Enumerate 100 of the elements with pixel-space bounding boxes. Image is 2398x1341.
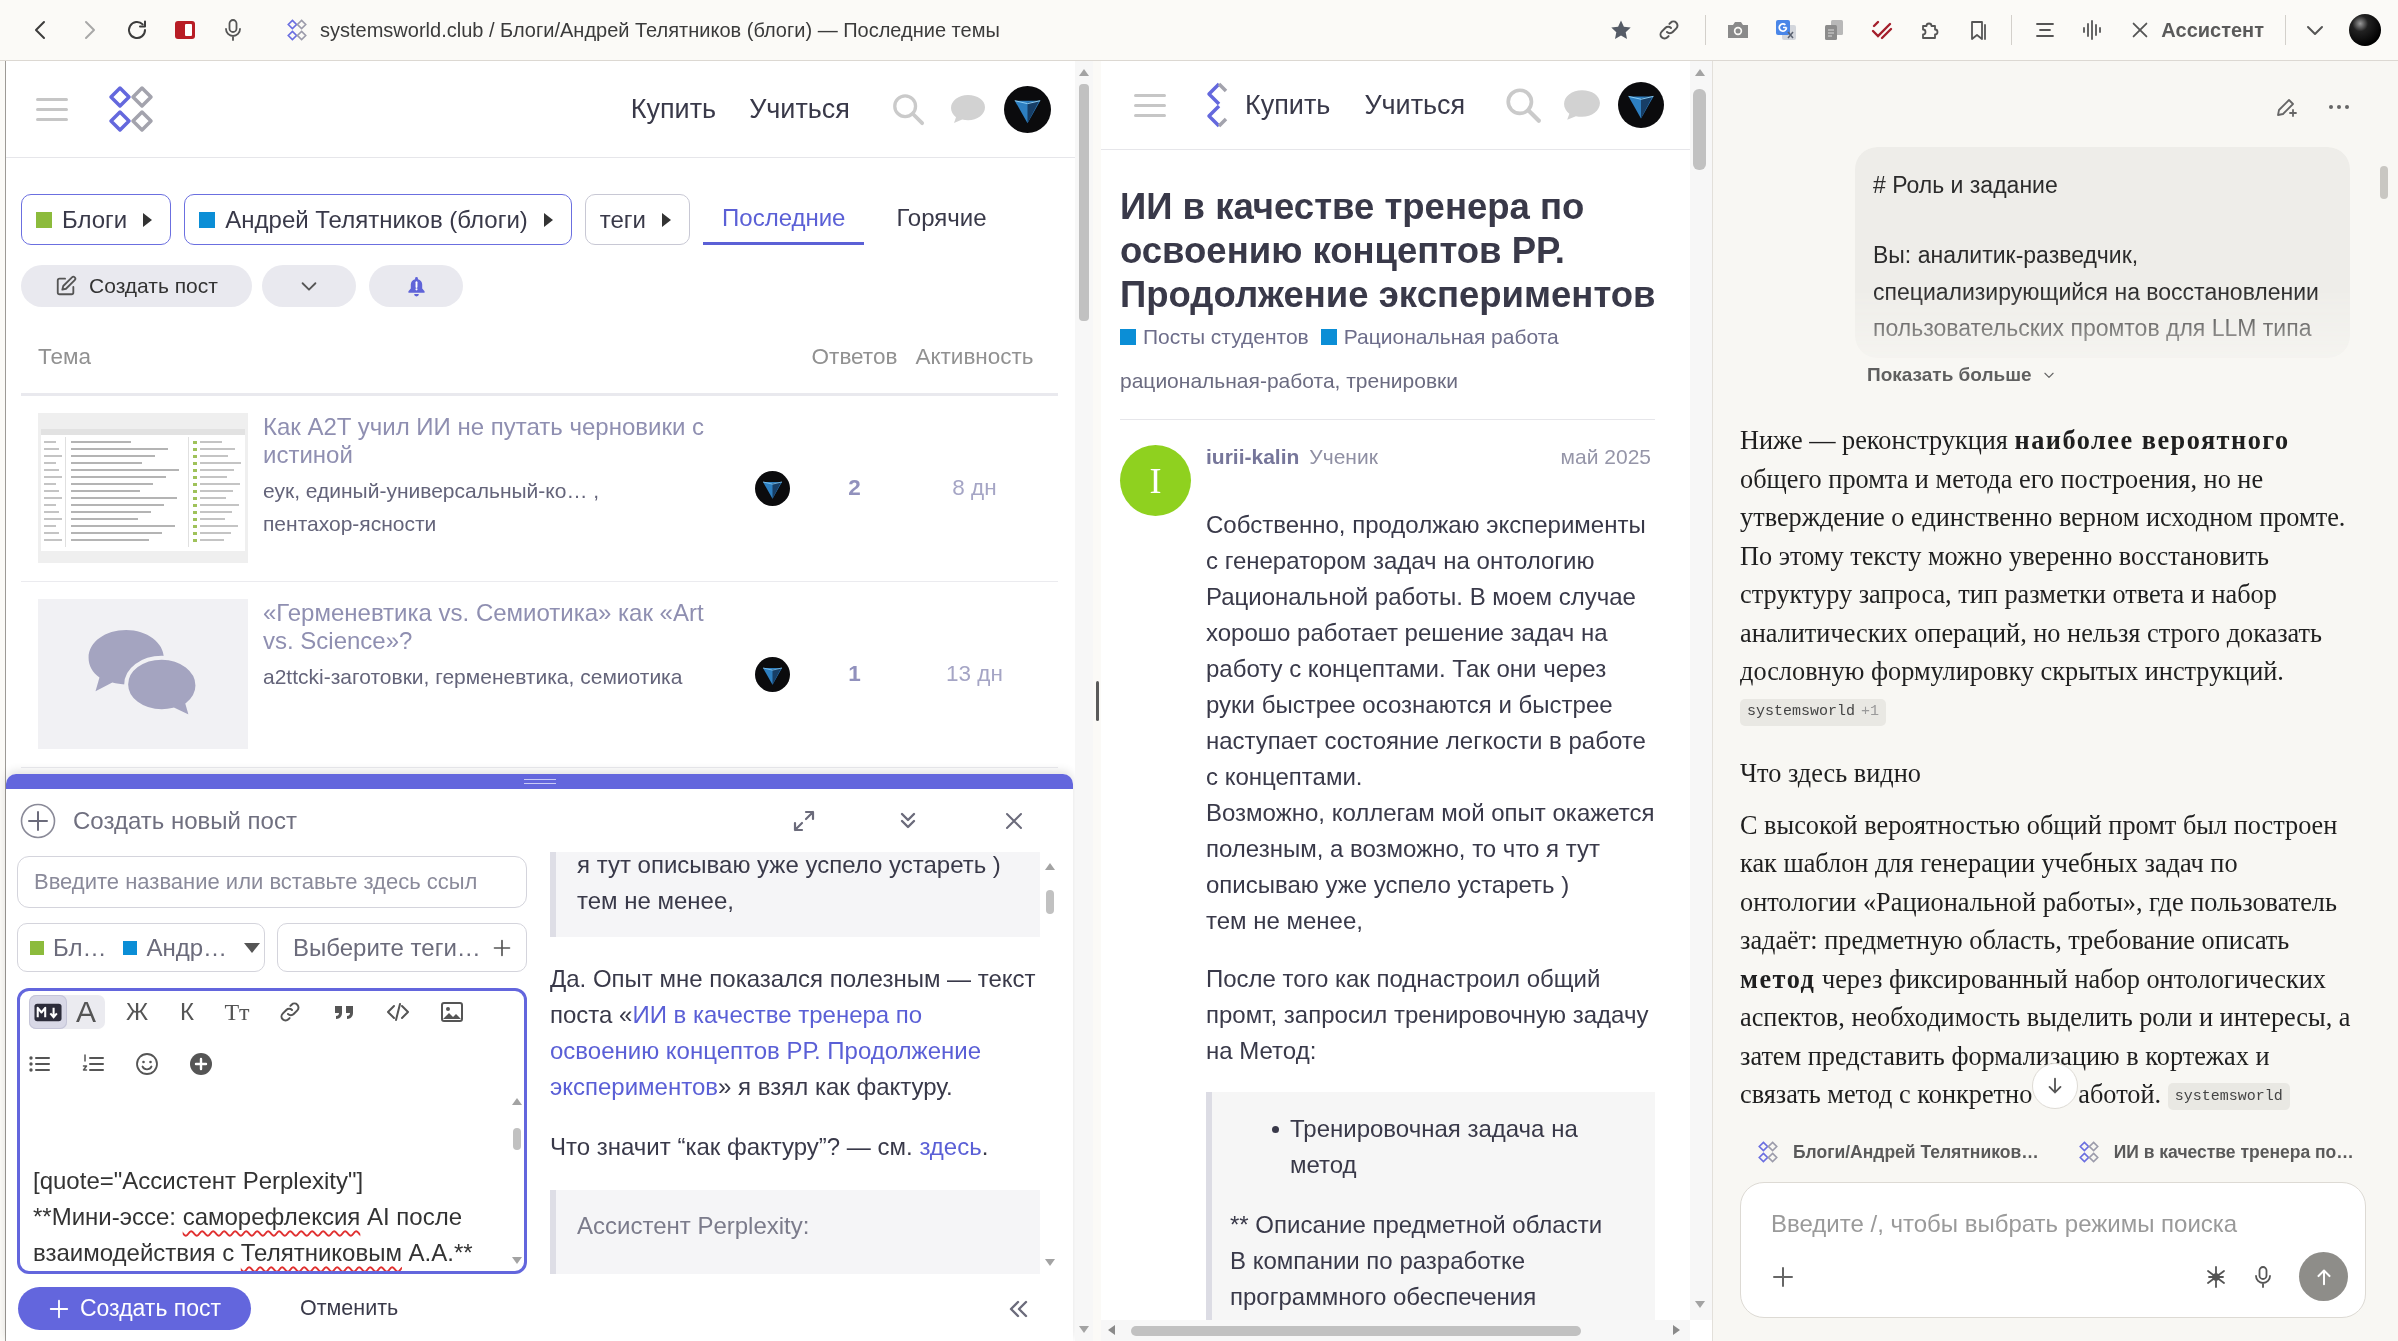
- burst-icon[interactable]: [2204, 1264, 2228, 1289]
- avatar-icon[interactable]: [754, 656, 790, 692]
- code-icon[interactable]: [386, 1000, 410, 1024]
- avatar-icon[interactable]: [754, 470, 790, 506]
- scrollbar-thumb[interactable]: [1131, 1326, 1581, 1336]
- tag-selector[interactable]: Выберите теги…: [277, 923, 527, 972]
- post-paragraph: После того как поднастроил общий промт, запросил тренировочную задачу на Метод:: [1206, 964, 1650, 1066]
- category-link[interactable]: Посты студентов: [1120, 325, 1309, 349]
- answer-paragraph: С высокой вероятностью общий промт был построен как шаблон для генерации учебных задач по онтологии «Рациональной работы», где пользователь задаёт: предметную область, требование описать метод через фиксированный набор онтологических аспектов, необходимость выделить роли и интересы, а затем представить формализацию в кортежах и связать метод с конкретно аботой. systemsworld: [1740, 809, 2352, 1113]
- assistant-button[interactable]: Ассистент: [2161, 18, 2264, 42]
- tab[interactable]: Горячие: [877, 194, 1006, 245]
- link-icon[interactable]: [278, 1000, 302, 1024]
- show-more-button[interactable]: Показать больше: [1867, 363, 2056, 387]
- post-link[interactable]: здесь: [919, 1133, 982, 1160]
- reload-icon[interactable]: [125, 18, 149, 42]
- category-chip[interactable]: Бл…: [30, 933, 107, 962]
- caret-right-icon: [543, 212, 553, 227]
- source-link[interactable]: ИИ в качестве тренера по…: [2077, 1141, 2354, 1163]
- title-input[interactable]: Введите название или вставьте здесь ссыл: [17, 856, 527, 908]
- column-header[interactable]: Активность: [907, 344, 1042, 370]
- quote-paragraph: ** Описание предметной области В компании по разработке программного обеспечения: [1229, 1210, 1604, 1312]
- query-input[interactable]: Введите /, чтобы выбрать режимы поиска: [1771, 1203, 2348, 1245]
- markdown-mode-button[interactable]: [29, 995, 67, 1029]
- post-link[interactable]: экспериментов: [550, 1073, 719, 1100]
- topic-title-link[interactable]: «Герменевтика vs. Семиотика» как «Art vs. Science»?: [263, 599, 728, 655]
- plus-icon: [47, 1297, 70, 1320]
- send-button[interactable]: [2299, 1252, 2348, 1301]
- plus-icon[interactable]: [1771, 1264, 1795, 1289]
- check-mark-icon[interactable]: [1870, 18, 1895, 42]
- logo-icon[interactable]: [107, 85, 155, 133]
- citation-chip[interactable]: systemsworld: [2167, 1083, 2290, 1111]
- blockquote: я тут описываю уже успело устареть ) тем не менее,: [550, 852, 1040, 937]
- query-box[interactable]: Введите /, чтобы выбрать режимы поиска: [1740, 1182, 2366, 1318]
- composer-title: Создать новый пост: [73, 806, 297, 835]
- citation-chip[interactable]: systemsworld +1: [1740, 698, 1887, 726]
- list-item-text: Тренировочная задача на метод: [1290, 1114, 1579, 1180]
- topic-tags: a2ttcki-заготовки, герменевтика, семиотика: [263, 660, 698, 693]
- thumbnail-placeholder[interactable]: [38, 599, 248, 749]
- scrollbar-thumb[interactable]: [1046, 890, 1054, 914]
- username-link[interactable]: iurii-kalin: [1206, 445, 1300, 469]
- sidebar-icon[interactable]: [173, 18, 197, 42]
- caret-right-icon: [662, 212, 672, 227]
- column-header[interactable]: Тема: [38, 344, 802, 370]
- mode-toggle[interactable]: A: [29, 995, 105, 1029]
- scrollbar-thumb[interactable]: [1693, 89, 1706, 170]
- rich-text-mode-button[interactable]: A: [67, 995, 105, 1029]
- topic-tags: еук, единый-универсальный-ко… , пентахор-ясности: [263, 474, 698, 540]
- add-circle-icon: [20, 802, 56, 839]
- caret-down-icon: [244, 942, 261, 953]
- scroll-left-icon[interactable]: [1108, 1325, 1115, 1335]
- nav-link[interactable]: Купить: [1245, 89, 1331, 121]
- expand-icon[interactable]: [792, 808, 816, 833]
- category-dropdown[interactable]: Блоги: [21, 194, 172, 245]
- tag-dropdown[interactable]: теги: [584, 194, 691, 245]
- splitter-handle[interactable]: [1095, 681, 1099, 721]
- editor-textarea[interactable]: [quote="Ассистент Perplexity"] **Мини-эссе: саморефлексия AI после взаимодействия с Телятниковым А.А.**: [20, 1081, 510, 1271]
- reply-count: 2: [847, 475, 862, 501]
- scrollbar-thumb[interactable]: [2380, 166, 2388, 199]
- translate-icon[interactable]: [1774, 18, 1799, 42]
- topic-title-link[interactable]: Как A2T учил ИИ не путать черновики с истиной: [263, 413, 728, 469]
- caret-right-icon: [143, 212, 153, 227]
- topic-tags: рациональная-работа, тренировки: [1120, 367, 1655, 395]
- markdown-icon: [34, 1002, 62, 1022]
- scrollbar-thumb[interactable]: [1079, 84, 1089, 321]
- nav-link[interactable]: Учиться: [749, 93, 850, 125]
- scrollbar-thumb[interactable]: [513, 1128, 521, 1150]
- format-button[interactable]: Ж: [119, 995, 155, 1029]
- reply-count: 1: [847, 661, 862, 687]
- format-button[interactable]: Tт: [219, 995, 255, 1029]
- profile-icon[interactable]: [2349, 14, 2381, 46]
- answer-paragraph: Ниже — реконструкция наиболее вероятного общего промта и метода его построения, но не утверждение о единственно верном исходном промте. По этому тексту можно уверенно восстановить структуру запроса, тип разметки ответа и набор аналитических операций, но нельзя строго доказать дословную формулировку скрытых инструкций. systemsworld +1: [1740, 422, 2352, 730]
- preview-paragraph: Что значит “как фактуру”? — см. здесь.: [550, 1132, 990, 1162]
- nav-link[interactable]: Учиться: [1364, 89, 1466, 121]
- column-header[interactable]: Ответов: [802, 344, 907, 370]
- tab[interactable]: Последние: [703, 194, 865, 245]
- category-chip[interactable]: Андр…: [123, 933, 228, 962]
- address-field[interactable]: systemsworld.club / Блоги/Андрей Телятников (блоги) — Последние темы: [320, 18, 1000, 42]
- category-dropdown[interactable]: Андрей Телятников (блоги): [184, 194, 572, 245]
- category-selector[interactable]: Бл… Андр…: [17, 923, 265, 972]
- image-icon[interactable]: [440, 1000, 464, 1024]
- post-link[interactable]: освоению концептов РР. Продолжение: [550, 1037, 981, 1064]
- logo-icon[interactable]: [1206, 81, 1229, 129]
- source-link[interactable]: Блоги/Андрей Телятников…: [1757, 1141, 2039, 1163]
- create-post-button[interactable]: Создать пост: [18, 1287, 251, 1330]
- cancel-button[interactable]: Отменить: [300, 1296, 399, 1321]
- category-link[interactable]: Рациональная работа: [1320, 325, 1559, 349]
- topic-title: ИИ в качестве тренера по освоению концептов РР. Продолжение экспериментов: [1120, 185, 1657, 317]
- create-post-button[interactable]: Создать пост: [21, 265, 252, 307]
- notifications-button[interactable]: [369, 265, 463, 307]
- avatar-icon[interactable]: [1004, 85, 1051, 133]
- user-title: Ученик: [1309, 445, 1378, 469]
- scroll-right-icon[interactable]: [1673, 1325, 1680, 1335]
- plus-icon: [492, 937, 512, 958]
- post-link[interactable]: ИИ в качестве тренера по: [632, 1001, 923, 1028]
- site-logo-icon: [286, 19, 308, 41]
- add-circle-icon[interactable]: [189, 1052, 213, 1076]
- format-button[interactable]: К: [169, 995, 205, 1029]
- avatar-icon[interactable]: [1618, 82, 1665, 128]
- emoji-icon[interactable]: [135, 1052, 159, 1076]
- nav-link[interactable]: Купить: [630, 93, 717, 125]
